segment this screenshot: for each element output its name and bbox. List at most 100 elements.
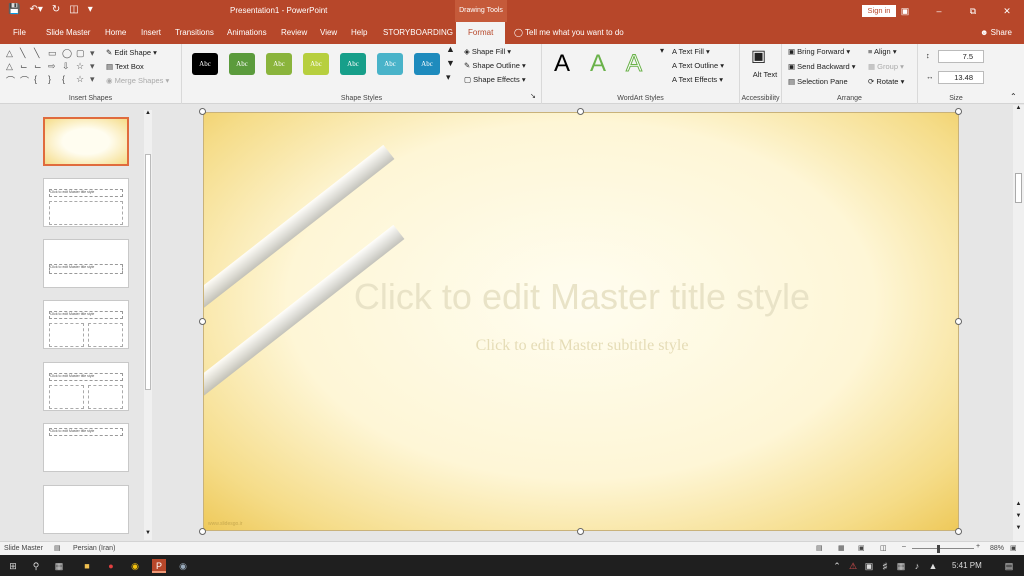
scroll-down-icon[interactable]: ▼ [144, 530, 152, 536]
shape-style-swatch[interactable]: Abc [414, 53, 440, 75]
search-icon[interactable]: ⚲ [29, 559, 43, 573]
tab-help[interactable]: Help [351, 28, 367, 37]
wordart-black[interactable]: A [554, 50, 570, 78]
oval-shape-icon[interactable]: ◯ [62, 48, 74, 59]
resize-handle-top-left[interactable] [199, 108, 206, 115]
slide-sorter-icon[interactable]: ▦ [838, 544, 845, 552]
scroll-up-icon[interactable]: ▲ [1013, 105, 1024, 111]
volume-icon[interactable]: ♪ [910, 559, 924, 573]
customize-qat-icon[interactable]: ▾ [88, 4, 93, 15]
app-icon[interactable]: ◉ [176, 559, 190, 573]
app-tray-icon[interactable]: ▣ [862, 559, 876, 573]
master-subtitle-placeholder[interactable]: Click to edit Master subtitle style [204, 337, 958, 355]
app-icon[interactable]: ● [104, 559, 118, 573]
resize-handle-right[interactable] [955, 318, 962, 325]
status-language[interactable]: Persian (Iran) [73, 545, 115, 552]
resize-handle-bottom-right[interactable] [955, 528, 962, 535]
gallery-scroll-up-icon[interactable]: ▲ [446, 44, 455, 54]
zoom-in-icon[interactable]: + [976, 543, 980, 550]
zoom-slider-thumb[interactable] [937, 545, 940, 553]
warning-icon[interactable]: ⚠ [846, 559, 860, 573]
down-arrow-shape-icon[interactable]: ⇩ [62, 61, 74, 72]
show-hidden-icons-icon[interactable]: ⌃ [830, 559, 844, 573]
shapes-gallery[interactable]: △ ╲ ╲ ▭ ◯ ▢ ▾ △ ⌙ ⌙ ⇨ ⇩ ☆ ▾ ⌒ ⌒{}{☆ ▾ [6, 48, 95, 87]
shape-style-swatch[interactable]: Abc [266, 53, 292, 75]
close-icon[interactable]: ✕ [990, 0, 1024, 22]
minimize-icon[interactable]: – [922, 0, 956, 22]
star-shape-icon[interactable]: ☆ [76, 74, 88, 87]
windows-start-icon[interactable]: ⊞ [6, 559, 20, 573]
shape-style-swatch[interactable]: Abc [377, 53, 403, 75]
editor-scrollbar[interactable]: ▲ ▲ ▼ ▼ [1013, 105, 1024, 541]
thumbnail-scroll-thumb[interactable] [145, 154, 151, 390]
tray-icon[interactable]: ▦ [894, 559, 908, 573]
chrome-icon[interactable]: ◉ [128, 559, 142, 573]
master-title-placeholder[interactable]: Click to edit Master title style [204, 276, 958, 318]
text-fill-button[interactable]: A Text Fill ▾ [672, 47, 710, 56]
task-view-icon[interactable]: ▦ [52, 559, 66, 573]
maximize-icon[interactable]: ⧉ [956, 0, 990, 22]
connector-shape-icon[interactable]: ⌙ [34, 61, 46, 72]
send-backward-button[interactable]: ▣ Send Backward ▾ [788, 62, 856, 71]
undo-icon[interactable]: ↶▾ [29, 4, 42, 15]
text-outline-button[interactable]: A Text Outline ▾ [672, 61, 724, 70]
brace-icon[interactable]: { [62, 74, 74, 87]
editor-scroll-thumb[interactable] [1015, 173, 1022, 203]
resize-handle-top[interactable] [577, 108, 584, 115]
resize-handle-bottom-left[interactable] [199, 528, 206, 535]
slideshow-icon[interactable]: ◫ [880, 544, 887, 552]
star-shape-icon[interactable]: ☆ [76, 61, 88, 72]
shape-effects-button[interactable]: ▢ Shape Effects ▾ [464, 75, 526, 84]
thumbnail-scrollbar[interactable]: ▲ ▼ [144, 110, 152, 540]
group-button[interactable]: ▦ Group ▾ [868, 62, 904, 71]
edit-shape-button[interactable]: ✎ Edit Shape ▾ [106, 48, 157, 57]
bring-forward-button[interactable]: ▣ Bring Forward ▾ [788, 47, 850, 56]
next-slide-icon[interactable]: ▼ [1013, 513, 1024, 519]
text-box-button[interactable]: ▤ Text Box [106, 62, 144, 71]
redo-icon[interactable]: ↻ [52, 4, 60, 15]
file-explorer-icon[interactable]: ■ [80, 559, 94, 573]
wordart-more-icon[interactable]: ▾ [660, 46, 664, 55]
zoom-level[interactable]: 88% [990, 545, 1004, 552]
selection-pane-button[interactable]: ▤ Selection Pane [788, 77, 848, 86]
alt-text-button[interactable]: Alt Text [752, 70, 778, 79]
line-shape-icon[interactable]: ╲ [34, 48, 46, 59]
gallery-more-icon[interactable]: ▾ [446, 72, 451, 83]
thumbnail-layout-6[interactable] [43, 485, 129, 534]
present-icon[interactable]: ◫ [69, 4, 78, 15]
curve-shape-icon[interactable]: ⌒ [6, 74, 18, 87]
proofing-icon[interactable]: ▤ [54, 544, 61, 552]
scroll-up-icon[interactable]: ▲ [144, 110, 152, 116]
shape-height-input[interactable]: 7.5 [938, 50, 984, 63]
clock-time[interactable]: 5:41 PM [952, 561, 982, 570]
shape-fill-button[interactable]: ◈ Shape Fill ▾ [464, 47, 511, 56]
thumbnail-layout-4[interactable]: Click to edit Master title style [43, 362, 129, 411]
wordart-green[interactable]: A [590, 50, 606, 78]
zoom-out-icon[interactable]: – [902, 543, 906, 550]
share-button[interactable]: ☻ Share [980, 28, 1012, 37]
bluetooth-icon[interactable]: ♯ [878, 559, 892, 573]
resize-handle-left[interactable] [199, 318, 206, 325]
shape-style-swatch[interactable]: Abc [192, 53, 218, 75]
arc-shape-icon[interactable]: ⌒ [20, 74, 32, 87]
tab-insert[interactable]: Insert [141, 28, 161, 37]
zoom-slider[interactable] [912, 548, 974, 549]
ribbon-display-icon[interactable]: ▣ [888, 0, 922, 22]
rectangle-shape-icon[interactable]: ▭ [48, 48, 60, 59]
collapse-ribbon-icon[interactable]: ⌃ [1010, 92, 1017, 101]
tab-storyboarding[interactable]: STORYBOARDING [383, 28, 453, 37]
shape-width-input[interactable]: 13.48 [938, 71, 984, 84]
shape-outline-button[interactable]: ✎ Shape Outline ▾ [464, 61, 526, 70]
line-shape-icon[interactable]: ╲ [20, 48, 32, 59]
thumbnail-layout-5[interactable]: Click to edit Master title style [43, 423, 129, 472]
more-shapes-icon[interactable]: ▾ [90, 48, 102, 59]
fit-to-window-icon[interactable]: ▣ [1010, 544, 1017, 552]
reading-view-icon[interactable]: ▣ [858, 544, 865, 552]
tab-format[interactable]: Format [456, 22, 506, 44]
rotate-button[interactable]: ⟳ Rotate ▾ [868, 77, 904, 86]
powerpoint-icon[interactable]: P [152, 559, 166, 573]
notifications-icon[interactable]: ▤ [1002, 559, 1016, 573]
rounded-rect-shape-icon[interactable]: ▢ [76, 48, 88, 59]
normal-view-icon[interactable]: ▤ [816, 544, 823, 552]
network-icon[interactable]: ▲ [926, 559, 940, 573]
